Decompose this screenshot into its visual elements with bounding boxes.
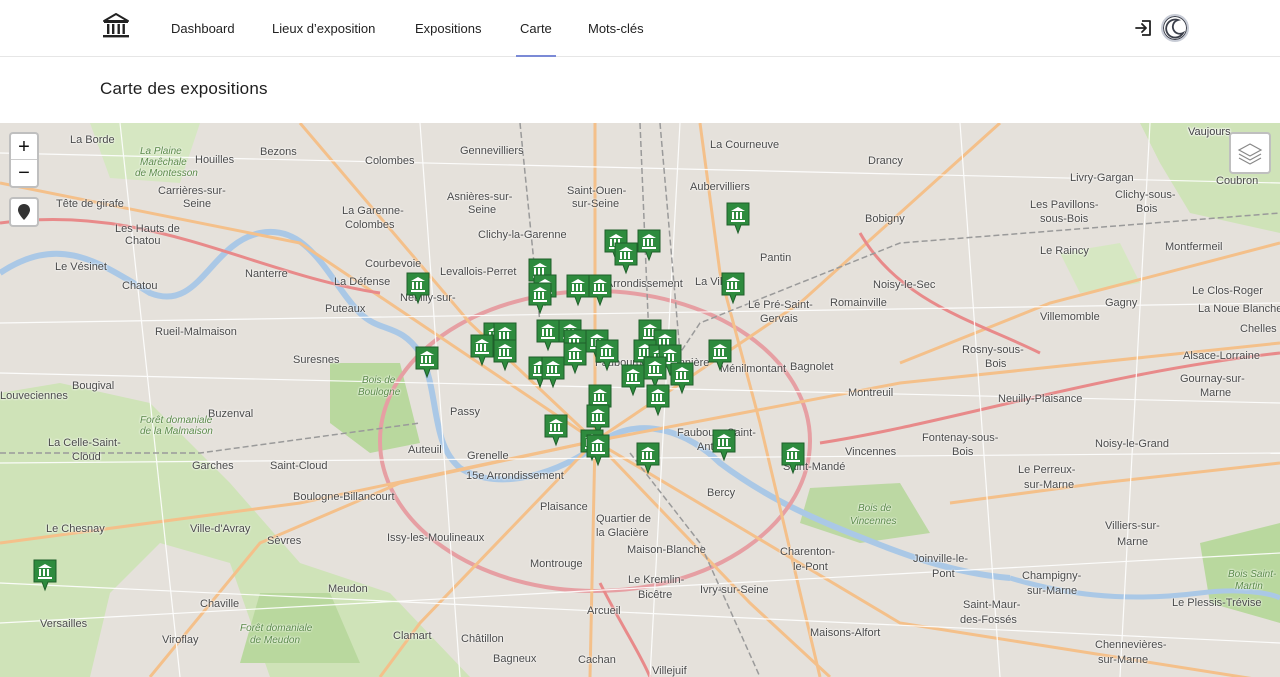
exhibition-marker-icon[interactable] [594, 338, 620, 372]
zoom-control: + − [9, 132, 39, 188]
moon-icon [1165, 18, 1186, 39]
exhibition-marker-icon[interactable] [711, 428, 737, 462]
layers-icon [1237, 143, 1263, 165]
nav-lieux-exposition[interactable]: Lieux d’exposition [272, 0, 375, 57]
museum-logo-icon[interactable] [101, 11, 131, 41]
exhibition-marker-icon[interactable] [635, 441, 661, 475]
zoom-in-button[interactable]: + [11, 134, 37, 160]
exhibition-marker-icon[interactable] [587, 273, 613, 307]
exhibition-marker-icon[interactable] [405, 271, 431, 305]
exhibition-marker-icon[interactable] [720, 271, 746, 305]
exhibition-marker-icon[interactable] [780, 441, 806, 475]
exhibition-marker-icon[interactable] [414, 345, 440, 379]
exhibition-marker-icon[interactable] [645, 383, 671, 417]
top-navbar: Dashboard Lieux d’exposition Expositions… [0, 0, 1280, 57]
exhibition-marker-icon[interactable] [585, 433, 611, 467]
location-pin-icon [18, 204, 30, 220]
user-avatar[interactable] [1161, 14, 1189, 42]
exhibition-marker-icon[interactable] [707, 338, 733, 372]
exhibition-marker-icon[interactable] [636, 228, 662, 262]
page-title: Carte des expositions [100, 79, 268, 98]
nav-carte[interactable]: Carte [516, 0, 556, 57]
exhibitions-map[interactable]: La Borde Houilles Bezons Colombes Gennevilli… [0, 123, 1280, 677]
exhibition-marker-icon[interactable] [725, 201, 751, 235]
nav-mots-cles[interactable]: Mots-clés [588, 0, 644, 57]
exhibition-marker-icon[interactable] [32, 558, 58, 592]
exhibition-marker-icon[interactable] [540, 355, 566, 389]
zoom-out-button[interactable]: − [11, 160, 37, 186]
exhibition-marker-icon[interactable] [543, 413, 569, 447]
logout-icon[interactable] [1134, 18, 1154, 38]
exhibition-marker-icon[interactable] [492, 338, 518, 372]
exhibition-marker-icon[interactable] [527, 281, 553, 315]
locate-button[interactable] [9, 197, 39, 227]
exhibition-marker-icon[interactable] [620, 363, 646, 397]
nav-expositions[interactable]: Expositions [415, 0, 481, 57]
layers-button[interactable] [1229, 132, 1271, 174]
exhibition-marker-icon[interactable] [669, 361, 695, 395]
nav-dashboard[interactable]: Dashboard [171, 0, 235, 57]
exhibition-marker-icon[interactable] [613, 241, 639, 275]
map-tiles [0, 123, 1280, 677]
